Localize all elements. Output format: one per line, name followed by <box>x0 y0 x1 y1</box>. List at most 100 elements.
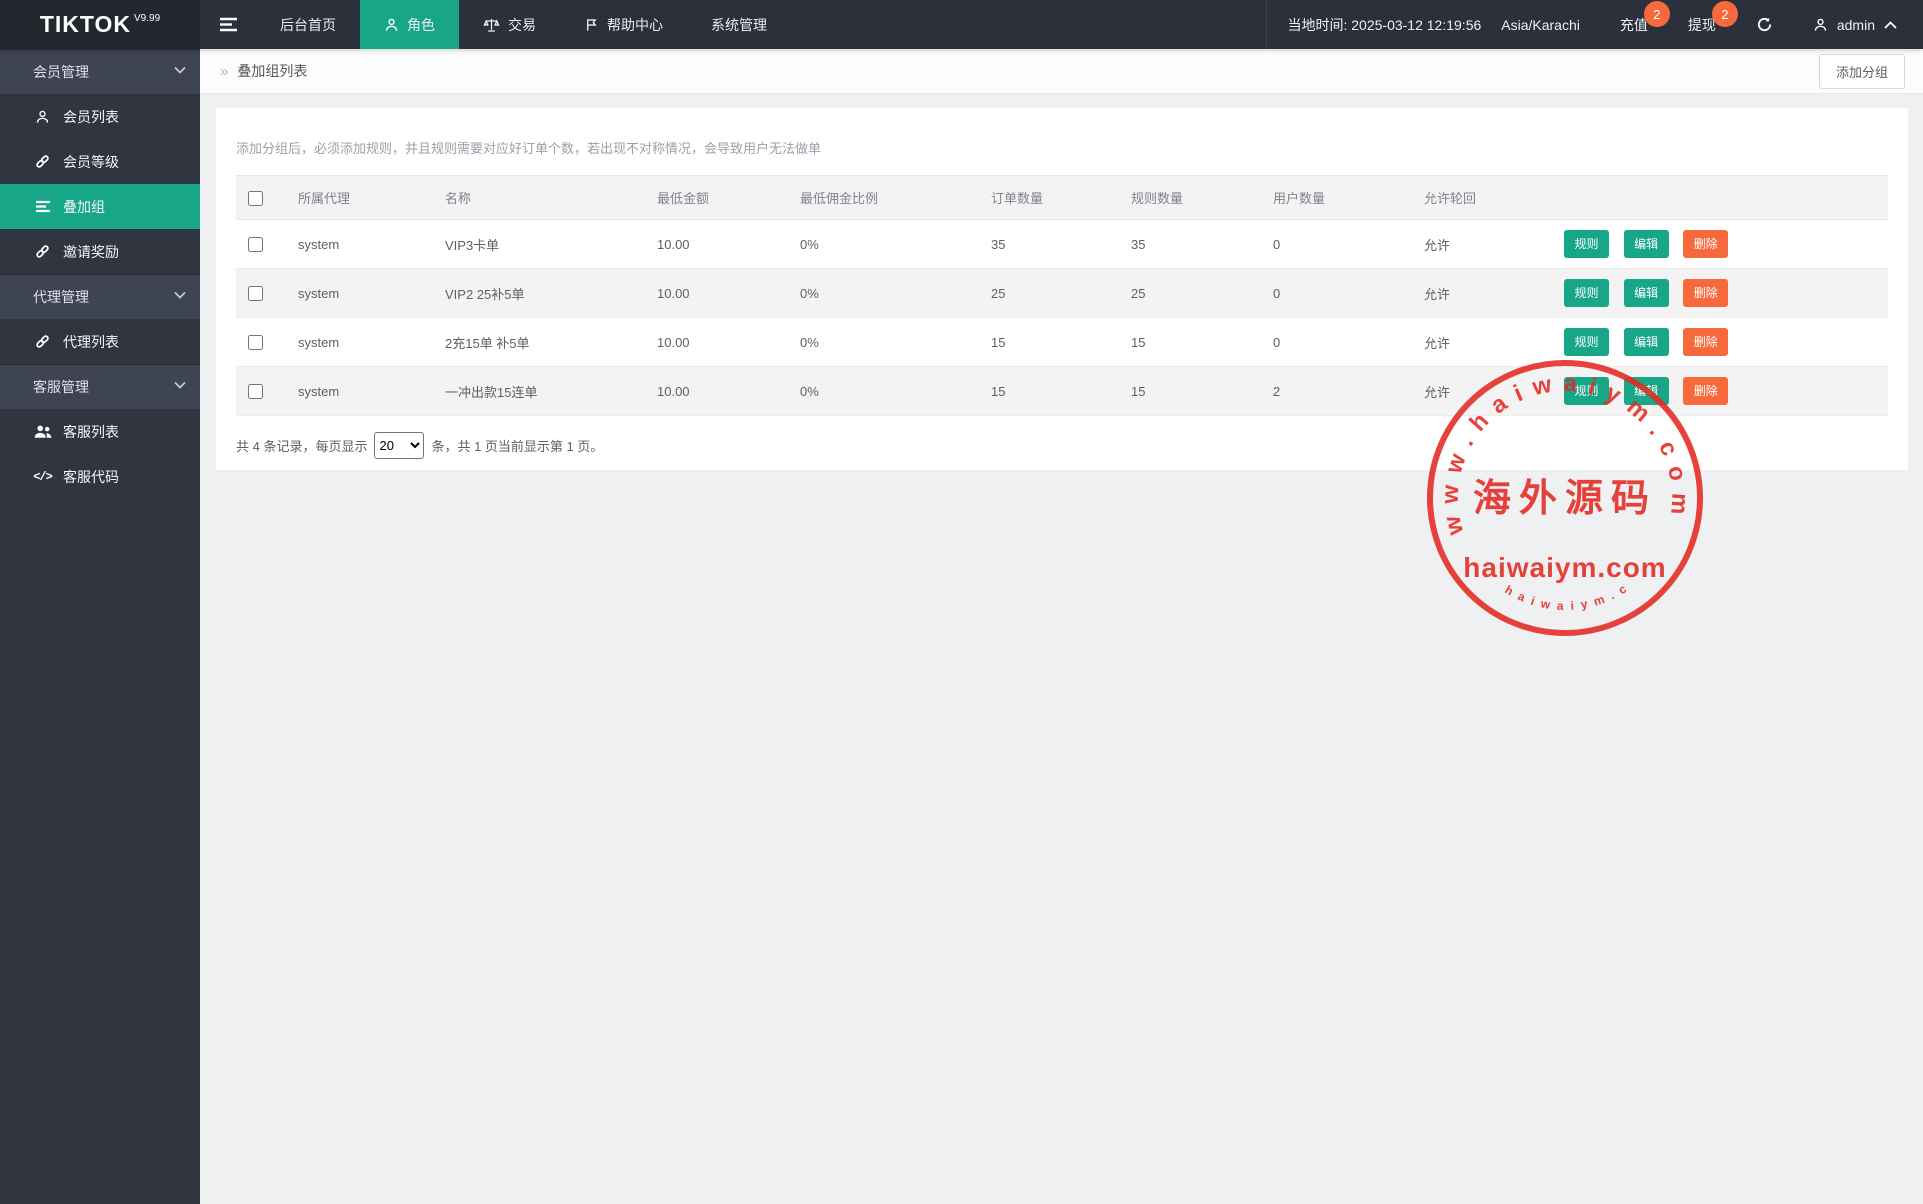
sidebar-item-agent-list[interactable]: 代理列表 <box>0 319 200 364</box>
rule-button[interactable]: 规则 <box>1564 279 1609 307</box>
topbar-right: 当地时间: 2025-03-12 12:19:56 Asia/Karachi 充… <box>1266 0 1923 49</box>
stamp-center-domain: haiwaiym.com <box>1463 552 1666 583</box>
table-row: system VIP2 25补5单 10.00 0% 25 25 0 允许 规则… <box>236 269 1888 318</box>
row-select-checkbox[interactable] <box>248 237 263 252</box>
chevron-down-icon <box>174 291 186 299</box>
delete-button[interactable]: 删除 <box>1683 328 1728 356</box>
cell-min-commission: 0% <box>788 318 979 367</box>
sidebar-item-label: 叠加组 <box>63 197 105 217</box>
cell-orders: 25 <box>979 269 1119 318</box>
edit-button[interactable]: 编辑 <box>1624 230 1669 258</box>
sidebar-item-member-list[interactable]: 会员列表 <box>0 94 200 139</box>
cell-min-amount: 10.00 <box>645 220 788 269</box>
delete-button[interactable]: 删除 <box>1683 230 1728 258</box>
sidebar-section-service-management[interactable]: 客服管理 <box>0 364 200 409</box>
col-header-actions <box>1552 176 1888 220</box>
select-all-checkbox[interactable] <box>248 191 263 206</box>
sidebar-item-label: 会员列表 <box>63 107 119 127</box>
nav-item-help-center[interactable]: 帮助中心 <box>560 0 687 49</box>
sidebar-item-service-list[interactable]: 客服列表 <box>0 409 200 454</box>
sidebar-section-member-management[interactable]: 会员管理 <box>0 49 200 94</box>
cell-agent: system <box>286 367 433 416</box>
nav-item-label: 后台首页 <box>280 15 336 35</box>
recharge-button[interactable]: 充值 2 <box>1600 0 1668 49</box>
cell-cycle: 允许 <box>1412 367 1552 416</box>
delete-button[interactable]: 删除 <box>1683 377 1728 405</box>
cell-cycle: 允许 <box>1412 220 1552 269</box>
cell-users: 0 <box>1261 269 1412 318</box>
sidebar-item-invite-reward[interactable]: 邀请奖励 <box>0 229 200 274</box>
user-menu[interactable]: admin <box>1793 0 1923 49</box>
rule-button[interactable]: 规则 <box>1564 230 1609 258</box>
main-nav: 后台首页 角色 交易 帮助中心 系统管理 <box>256 0 791 49</box>
col-header-rules: 规则数量 <box>1119 176 1261 220</box>
pagination-prefix: 共 4 条记录，每页显示 <box>236 436 367 455</box>
link-icon <box>33 333 52 350</box>
cell-min-amount: 10.00 <box>645 318 788 367</box>
flag-icon <box>584 17 599 33</box>
nav-item-label: 系统管理 <box>711 15 767 35</box>
link-icon <box>33 243 52 260</box>
nav-item-label: 帮助中心 <box>607 15 663 35</box>
timezone-label: Asia/Karachi <box>1501 17 1580 33</box>
col-header-orders: 订单数量 <box>979 176 1119 220</box>
sidebar-item-member-level[interactable]: 会员等级 <box>0 139 200 184</box>
section-label: 代理管理 <box>33 287 89 307</box>
logo-version: V9.99 <box>134 13 160 24</box>
edit-button[interactable]: 编辑 <box>1624 377 1669 405</box>
cell-users: 0 <box>1261 220 1412 269</box>
nav-item-trade[interactable]: 交易 <box>459 0 560 49</box>
sidebar-item-label: 会员等级 <box>63 152 119 172</box>
stack-group-table: 所属代理 名称 最低金额 最低佣金比例 订单数量 规则数量 用户数量 允许轮回 … <box>236 175 1888 416</box>
edit-button[interactable]: 编辑 <box>1624 279 1669 307</box>
add-group-button[interactable]: 添加分组 <box>1819 54 1905 89</box>
delete-button[interactable]: 删除 <box>1683 279 1728 307</box>
cell-min-amount: 10.00 <box>645 269 788 318</box>
cell-cycle: 允许 <box>1412 269 1552 318</box>
withdraw-button[interactable]: 提现 2 <box>1668 0 1736 49</box>
app-logo: TIKTOK V9.99 <box>0 0 200 49</box>
rule-button[interactable]: 规则 <box>1564 377 1609 405</box>
table-row: system 2充15单 补5单 10.00 0% 15 15 0 允许 规则 … <box>236 318 1888 367</box>
scales-icon <box>483 17 500 33</box>
sidebar-item-service-code[interactable]: </> 客服代码 <box>0 454 200 499</box>
cell-rules: 35 <box>1119 220 1261 269</box>
sidebar: 会员管理 会员列表 会员等级 叠加组 邀请奖励 代理管理 <box>0 49 200 1204</box>
code-icon: </> <box>33 470 52 484</box>
nav-item-system[interactable]: 系统管理 <box>687 0 791 49</box>
col-header-users: 用户数量 <box>1261 176 1412 220</box>
cell-orders: 15 <box>979 318 1119 367</box>
page-title: 叠加组列表 <box>237 61 307 81</box>
cell-min-amount: 10.00 <box>645 367 788 416</box>
row-select-checkbox[interactable] <box>248 335 263 350</box>
cell-min-commission: 0% <box>788 367 979 416</box>
cell-name: 一冲出款15连单 <box>433 367 645 416</box>
row-select-checkbox[interactable] <box>248 286 263 301</box>
refresh-button[interactable] <box>1736 0 1793 49</box>
sidebar-item-label: 代理列表 <box>63 332 119 352</box>
user-icon <box>33 109 52 125</box>
section-label: 会员管理 <box>33 62 89 82</box>
rule-button[interactable]: 规则 <box>1564 328 1609 356</box>
sidebar-item-label: 客服代码 <box>63 467 119 487</box>
pagination-suffix: 条，共 1 页当前显示第 1 页。 <box>431 436 603 455</box>
cell-rules: 15 <box>1119 367 1261 416</box>
col-header-min-amount: 最低金额 <box>645 176 788 220</box>
cell-cycle: 允许 <box>1412 318 1552 367</box>
sidebar-item-label: 邀请奖励 <box>63 242 119 262</box>
cell-users: 0 <box>1261 318 1412 367</box>
cell-agent: system <box>286 318 433 367</box>
page-size-select[interactable]: 20 <box>374 432 424 459</box>
cell-orders: 35 <box>979 220 1119 269</box>
col-header-agent: 所属代理 <box>286 176 433 220</box>
edit-button[interactable]: 编辑 <box>1624 328 1669 356</box>
row-select-checkbox[interactable] <box>248 384 263 399</box>
nav-item-dashboard[interactable]: 后台首页 <box>256 0 360 49</box>
cell-agent: system <box>286 269 433 318</box>
nav-item-label: 角色 <box>407 15 435 35</box>
nav-item-roles[interactable]: 角色 <box>360 0 459 49</box>
person-icon <box>384 17 399 33</box>
sidebar-section-agent-management[interactable]: 代理管理 <box>0 274 200 319</box>
sidebar-item-stack-group[interactable]: 叠加组 <box>0 184 200 229</box>
sidebar-toggle-button[interactable] <box>200 0 256 49</box>
